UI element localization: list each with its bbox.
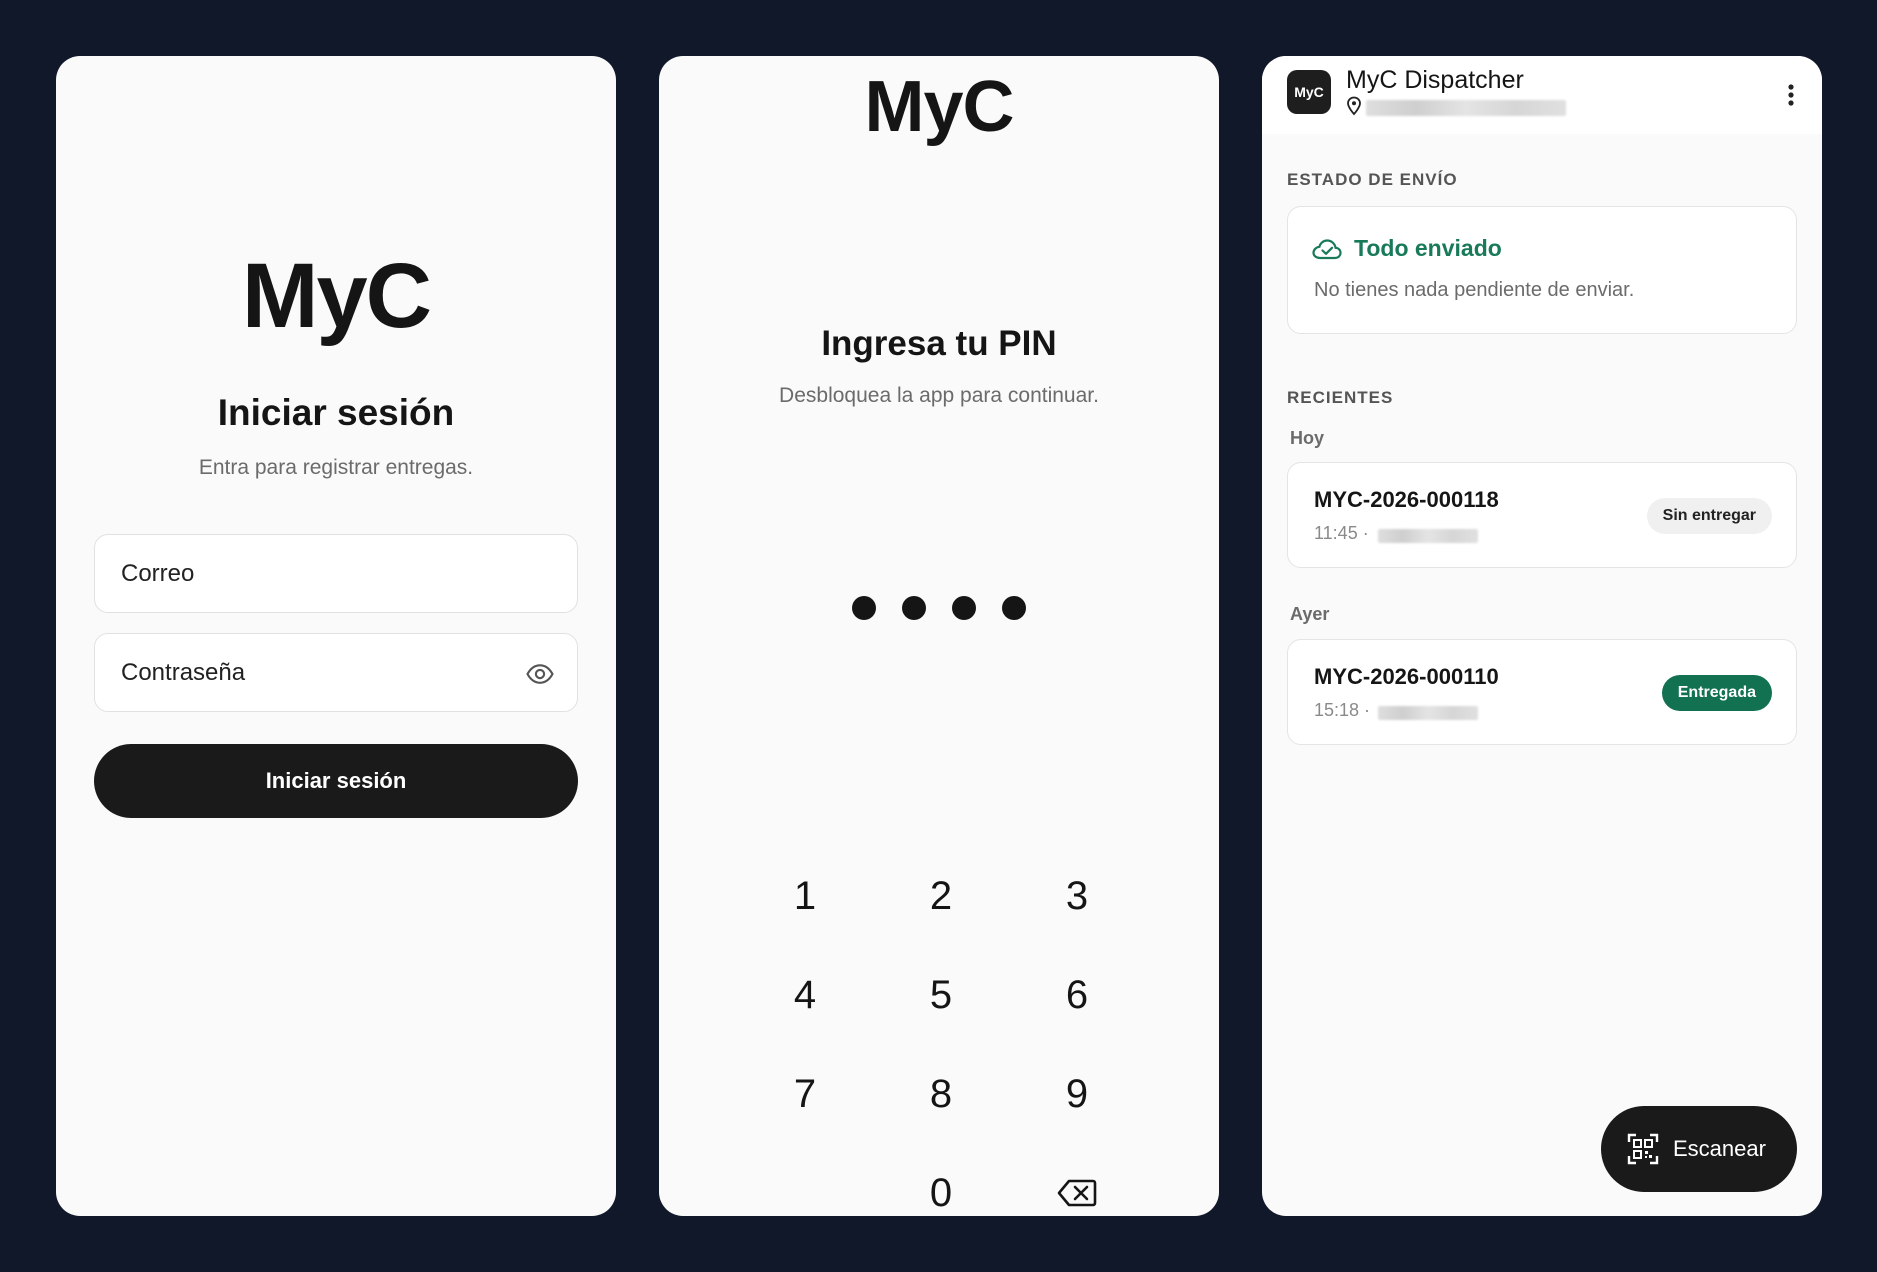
order-id: MYC-2026-000118 xyxy=(1314,487,1499,512)
pin-dots xyxy=(659,596,1219,620)
key-0[interactable]: 0 xyxy=(891,1153,991,1216)
backspace-key[interactable] xyxy=(1027,1153,1127,1216)
home-screen: MyC MyC Dispatcher ESTADO DE ENVÍO Todo … xyxy=(1262,56,1822,1216)
login-screen: MyC Iniciar sesión Entra para registrar … xyxy=(56,56,616,1216)
status-badge: Entregada xyxy=(1661,675,1772,711)
page-title: Ingresa tu PIN xyxy=(821,324,1057,363)
day-group-label: Hoy xyxy=(1290,428,1325,448)
more-vert-icon[interactable] xyxy=(1788,84,1794,106)
day-group-label: Ayer xyxy=(1290,604,1330,624)
scan-button-label: Escanear xyxy=(1673,1136,1766,1161)
app-title: MyC Dispatcher xyxy=(1346,66,1524,94)
email-field[interactable] xyxy=(121,535,501,612)
location-pin-icon xyxy=(1347,96,1361,116)
eye-icon[interactable] xyxy=(525,659,555,689)
cloud-check-icon xyxy=(1312,239,1342,260)
order-time: 15:18 · xyxy=(1314,700,1371,720)
order-card[interactable]: MYC-2026-000110 15:18 · Entregada xyxy=(1287,639,1797,745)
pin-dot xyxy=(952,596,976,620)
order-id: MYC-2026-000110 xyxy=(1314,664,1499,689)
sync-status-card: Todo enviado No tienes nada pendiente de… xyxy=(1287,206,1797,334)
login-button[interactable]: Iniciar sesión xyxy=(94,744,578,818)
page-title: Iniciar sesión xyxy=(217,392,455,433)
password-field[interactable] xyxy=(121,634,501,711)
key-7[interactable]: 7 xyxy=(755,1054,855,1134)
email-field-container xyxy=(94,534,578,613)
status-title: Todo enviado xyxy=(1354,235,1502,261)
key-5[interactable]: 5 xyxy=(891,955,991,1035)
key-3[interactable]: 3 xyxy=(1027,856,1127,936)
order-time: 11:45 · xyxy=(1314,523,1369,543)
status-text: No tienes nada pendiente de enviar. xyxy=(1314,279,1635,301)
backspace-icon xyxy=(1057,1179,1097,1207)
app-logo: MyC xyxy=(241,245,432,347)
pin-dot xyxy=(852,596,876,620)
key-4[interactable]: 4 xyxy=(755,955,855,1035)
qr-scan-icon xyxy=(1627,1133,1659,1165)
app-logo: MyC xyxy=(864,67,1014,147)
order-detail-redacted xyxy=(1378,529,1478,543)
location-text-redacted xyxy=(1366,100,1566,116)
pin-keypad: 1 2 3 4 5 6 7 8 9 0 xyxy=(755,856,1127,1216)
key-9[interactable]: 9 xyxy=(1027,1054,1127,1134)
pin-dot xyxy=(902,596,926,620)
status-badge: Sin entregar xyxy=(1646,498,1772,534)
key-1[interactable]: 1 xyxy=(755,856,855,936)
key-6[interactable]: 6 xyxy=(1027,955,1127,1035)
key-2[interactable]: 2 xyxy=(891,856,991,936)
pin-dot xyxy=(1002,596,1026,620)
status-section-label: ESTADO DE ENVÍO xyxy=(1287,170,1458,189)
order-card[interactable]: MYC-2026-000118 11:45 · Sin entregar xyxy=(1287,462,1797,568)
password-field-container xyxy=(94,633,578,712)
page-subtitle: Desbloquea la app para continuar. xyxy=(779,384,1099,407)
order-detail-redacted xyxy=(1378,706,1478,720)
pin-screen: MyC Ingresa tu PIN Desbloquea la app par… xyxy=(659,56,1219,1216)
page-subtitle: Entra para registrar entregas. xyxy=(198,456,474,479)
recent-section-label: RECIENTES xyxy=(1287,388,1394,407)
app-bar: MyC MyC Dispatcher xyxy=(1262,56,1822,134)
key-8[interactable]: 8 xyxy=(891,1054,991,1134)
scan-button[interactable]: Escanear xyxy=(1601,1106,1797,1192)
app-avatar: MyC xyxy=(1287,70,1331,114)
